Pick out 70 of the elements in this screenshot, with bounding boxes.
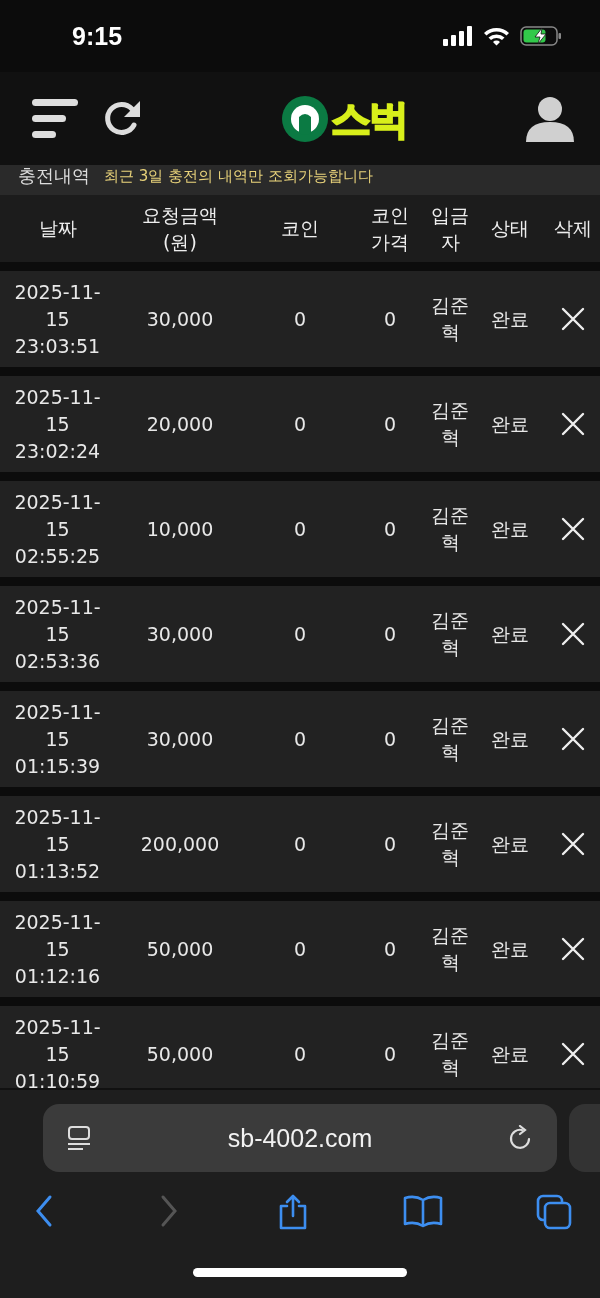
coin-price-cell-text: 0 <box>382 936 398 962</box>
amount-cell-text: 10,000 <box>145 516 215 542</box>
coin-cell-text: 0 <box>292 936 308 962</box>
depositor-cell-text: 김준 혁 <box>430 713 470 765</box>
coin-price-cell-text: 0 <box>382 516 398 542</box>
coin-price-cell-text: 0 <box>382 726 398 752</box>
column-header: 삭제 <box>552 216 593 241</box>
amount-cell-text: 30,000 <box>145 726 215 752</box>
depositor-cell-text: 김준 혁 <box>430 1028 470 1080</box>
status-cell-text: 완료 <box>490 1041 530 1067</box>
date-cell-text: 2025-11- 15 01:10:59 <box>13 1014 102 1088</box>
amount-cell-text: 200,000 <box>139 831 221 857</box>
user-icon[interactable] <box>526 95 574 142</box>
depositor-cell-text: 김준 혁 <box>430 398 470 450</box>
clock: 9:15 <box>72 21 123 51</box>
address-bar[interactable]: sb-4002.com <box>43 1104 557 1172</box>
coin-price-cell-text: 0 <box>382 621 398 647</box>
coin-cell-text: 0 <box>292 411 308 437</box>
reload-icon[interactable] <box>509 1125 533 1151</box>
coin-price-cell-text: 0 <box>382 411 398 437</box>
status-cell-text: 완료 <box>490 831 530 857</box>
column-header: 상태 <box>490 216 530 241</box>
depositor-cell-text: 김준 혁 <box>430 818 470 870</box>
amount-cell-text: 30,000 <box>145 306 215 332</box>
page-menu-icon[interactable] <box>67 1125 91 1151</box>
coin-cell-text: 0 <box>292 1041 308 1067</box>
bookmarks-button[interactable] <box>403 1194 443 1230</box>
tabs-button[interactable] <box>536 1194 572 1230</box>
depositor-cell-text: 김준 혁 <box>430 608 470 660</box>
menu-icon[interactable] <box>32 98 80 139</box>
depositor-cell-text: 김준 혁 <box>430 293 470 345</box>
amount-cell-text: 50,000 <box>145 1041 215 1067</box>
coin-price-cell-text: 0 <box>382 306 398 332</box>
coin-cell-text: 0 <box>292 306 308 332</box>
url-text: sb-4002.com <box>227 1123 373 1153</box>
date-cell-text: 2025-11- 15 02:55:25 <box>13 489 102 569</box>
column-header: 날짜 <box>37 216 78 241</box>
coin-cell-text: 0 <box>292 726 308 752</box>
column-header: 코인 <box>280 216 320 241</box>
column-header: 코인 가격 <box>370 202 410 255</box>
coin-price-cell-text: 0 <box>382 1041 398 1067</box>
coin-cell-text: 0 <box>292 516 308 542</box>
column-header: 입금 자 <box>430 202 470 255</box>
date-cell-text: 2025-11- 15 01:12:16 <box>13 909 102 989</box>
status-cell-text: 완료 <box>490 621 530 647</box>
depositor-cell-text: 김준 혁 <box>430 923 470 975</box>
date-cell-text: 2025-11- 15 01:15:39 <box>13 699 102 779</box>
status-cell-text: 완료 <box>490 306 530 332</box>
wifi-icon <box>483 26 510 46</box>
column-header: 요청금액 (원) <box>141 202 219 255</box>
logo-text: 스벅 <box>331 98 407 139</box>
status-cell-text: 완료 <box>490 411 530 437</box>
signal-icon <box>443 26 473 46</box>
date-cell-text: 2025-11- 15 01:13:52 <box>13 804 102 884</box>
section-title: 충전내역 <box>18 165 90 187</box>
status-cell-text: 완료 <box>490 516 530 542</box>
amount-cell-text: 20,000 <box>145 411 215 437</box>
coin-cell-text: 0 <box>292 621 308 647</box>
date-cell-text: 2025-11- 15 23:03:51 <box>13 279 102 359</box>
amount-cell-text: 30,000 <box>145 621 215 647</box>
battery-charging-icon <box>520 26 562 46</box>
coin-cell-text: 0 <box>292 831 308 857</box>
amount-cell-text: 50,000 <box>145 936 215 962</box>
coin-price-cell-text: 0 <box>382 831 398 857</box>
depositor-cell-text: 김준 혁 <box>430 503 470 555</box>
section-note: 최근 3일 충전의 내역만 조회가능합니다 <box>104 166 373 187</box>
date-cell-text: 2025-11- 15 23:02:24 <box>13 384 102 464</box>
status-cell-text: 완료 <box>490 726 530 752</box>
status-cell-text: 완료 <box>490 936 530 962</box>
date-cell-text: 2025-11- 15 02:53:36 <box>13 594 102 674</box>
